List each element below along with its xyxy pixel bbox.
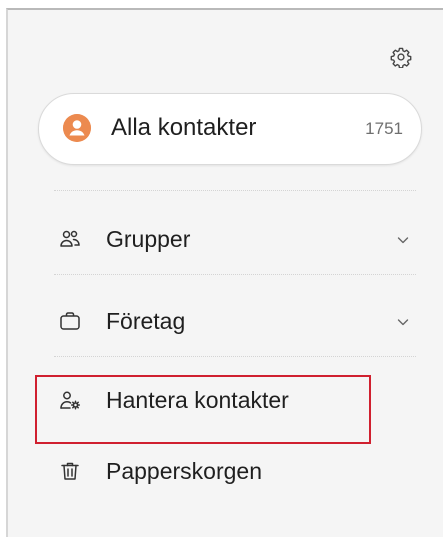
gear-icon xyxy=(390,47,412,68)
chevron-down-icon[interactable] xyxy=(395,232,411,248)
all-contacts-label: Alla kontakter xyxy=(111,114,257,141)
drawer-item-label: Papperskorgen xyxy=(106,458,262,484)
chevron-down-icon[interactable] xyxy=(395,314,411,330)
drawer-item-trash[interactable]: Papperskorgen xyxy=(48,442,420,498)
divider xyxy=(54,190,416,191)
briefcase-icon xyxy=(58,309,82,333)
drawer-item-label: Grupper xyxy=(106,226,191,252)
divider xyxy=(54,274,416,275)
trash-icon xyxy=(58,459,82,483)
person-avatar-icon xyxy=(63,114,91,142)
contacts-count: 1751 xyxy=(365,119,403,138)
settings-button[interactable] xyxy=(386,42,416,72)
drawer-item-label: Företag xyxy=(106,308,186,334)
groups-icon xyxy=(58,227,82,251)
drawer-item-companies[interactable]: Företag xyxy=(48,292,420,348)
drawer-item-label: Hantera kontakter xyxy=(106,387,289,413)
all-contacts-button[interactable]: Alla kontakter 1751 xyxy=(38,93,422,165)
navigation-drawer: Alla kontakter 1751 Grupper Företag Hant… xyxy=(6,8,443,537)
manage-contacts-icon xyxy=(58,388,82,412)
divider xyxy=(54,356,416,357)
drawer-item-manage-contacts[interactable]: Hantera kontakter xyxy=(48,371,420,427)
drawer-item-groups[interactable]: Grupper xyxy=(48,210,420,266)
